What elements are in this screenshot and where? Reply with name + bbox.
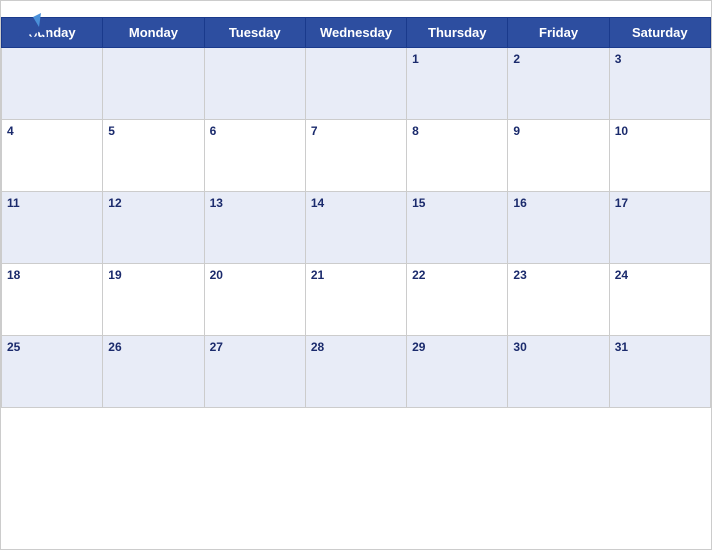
calendar-cell: 4 bbox=[2, 120, 103, 192]
date-number: 21 bbox=[311, 268, 324, 282]
date-number: 2 bbox=[513, 52, 520, 66]
weekday-header-tuesday: Tuesday bbox=[204, 18, 305, 48]
calendar-tbody: 1234567891011121314151617181920212223242… bbox=[2, 48, 711, 408]
date-number: 23 bbox=[513, 268, 526, 282]
date-number: 19 bbox=[108, 268, 121, 282]
calendar-cell bbox=[204, 48, 305, 120]
calendar-cell: 27 bbox=[204, 336, 305, 408]
calendar-cell: 17 bbox=[609, 192, 710, 264]
brand-logo-icon bbox=[15, 9, 51, 45]
calendar-cell: 20 bbox=[204, 264, 305, 336]
calendar-cell: 30 bbox=[508, 336, 609, 408]
weekday-header-friday: Friday bbox=[508, 18, 609, 48]
calendar-cell: 29 bbox=[407, 336, 508, 408]
calendar-cell: 26 bbox=[103, 336, 204, 408]
date-number: 28 bbox=[311, 340, 324, 354]
calendar-cell: 16 bbox=[508, 192, 609, 264]
date-number: 5 bbox=[108, 124, 115, 138]
date-number: 31 bbox=[615, 340, 628, 354]
date-number: 8 bbox=[412, 124, 419, 138]
date-number: 10 bbox=[615, 124, 628, 138]
date-number: 26 bbox=[108, 340, 121, 354]
date-number: 25 bbox=[7, 340, 20, 354]
calendar-cell: 22 bbox=[407, 264, 508, 336]
date-number: 3 bbox=[615, 52, 622, 66]
calendar-cell: 9 bbox=[508, 120, 609, 192]
calendar-cell: 13 bbox=[204, 192, 305, 264]
weekday-header-wednesday: Wednesday bbox=[305, 18, 406, 48]
calendar-cell: 11 bbox=[2, 192, 103, 264]
weekday-header-monday: Monday bbox=[103, 18, 204, 48]
calendar-week-row: 11 12 13 14 15 16 17 bbox=[2, 192, 711, 264]
calendar-cell: 28 bbox=[305, 336, 406, 408]
date-number: 9 bbox=[513, 124, 520, 138]
calendar-cell: 3 bbox=[609, 48, 710, 120]
calendar-table: SundayMondayTuesdayWednesdayThursdayFrid… bbox=[1, 17, 711, 408]
calendar-cell: 2 bbox=[508, 48, 609, 120]
date-number: 20 bbox=[210, 268, 223, 282]
date-number: 17 bbox=[615, 196, 628, 210]
date-number: 12 bbox=[108, 196, 121, 210]
calendar-cell bbox=[2, 48, 103, 120]
date-number: 6 bbox=[210, 124, 217, 138]
calendar-cell: 21 bbox=[305, 264, 406, 336]
calendar-cell: 25 bbox=[2, 336, 103, 408]
calendar-cell: 18 bbox=[2, 264, 103, 336]
calendar-cell: 6 bbox=[204, 120, 305, 192]
date-number: 13 bbox=[210, 196, 223, 210]
date-number: 1 bbox=[412, 52, 419, 66]
date-number: 14 bbox=[311, 196, 324, 210]
weekday-header-row: SundayMondayTuesdayWednesdayThursdayFrid… bbox=[2, 18, 711, 48]
calendar-cell: 7 bbox=[305, 120, 406, 192]
date-number: 22 bbox=[412, 268, 425, 282]
date-number: 11 bbox=[7, 196, 20, 210]
date-number: 29 bbox=[412, 340, 425, 354]
calendar-cell: 5 bbox=[103, 120, 204, 192]
date-number: 4 bbox=[7, 124, 14, 138]
calendar-cell: 8 bbox=[407, 120, 508, 192]
calendar-header bbox=[1, 1, 711, 15]
weekday-header-saturday: Saturday bbox=[609, 18, 710, 48]
calendar-cell: 19 bbox=[103, 264, 204, 336]
calendar-cell: 10 bbox=[609, 120, 710, 192]
brand bbox=[15, 9, 55, 45]
calendar-cell: 1 bbox=[407, 48, 508, 120]
calendar-thead: SundayMondayTuesdayWednesdayThursdayFrid… bbox=[2, 18, 711, 48]
calendar-cell: 24 bbox=[609, 264, 710, 336]
calendar-cell: 14 bbox=[305, 192, 406, 264]
date-number: 7 bbox=[311, 124, 318, 138]
calendar-cell: 15 bbox=[407, 192, 508, 264]
calendar-cell bbox=[305, 48, 406, 120]
date-number: 24 bbox=[615, 268, 628, 282]
date-number: 30 bbox=[513, 340, 526, 354]
date-number: 15 bbox=[412, 196, 425, 210]
calendar-week-row: 4 5 6 7 8 9 10 bbox=[2, 120, 711, 192]
calendar-cell bbox=[103, 48, 204, 120]
calendar-cell: 31 bbox=[609, 336, 710, 408]
calendar-week-row: 25 26 27 28 29 30 31 bbox=[2, 336, 711, 408]
date-number: 16 bbox=[513, 196, 526, 210]
weekday-header-thursday: Thursday bbox=[407, 18, 508, 48]
date-number: 27 bbox=[210, 340, 223, 354]
calendar-container: SundayMondayTuesdayWednesdayThursdayFrid… bbox=[0, 0, 712, 550]
calendar-cell: 12 bbox=[103, 192, 204, 264]
calendar-cell: 23 bbox=[508, 264, 609, 336]
calendar-week-row: 18 19 20 21 22 23 24 bbox=[2, 264, 711, 336]
date-number: 18 bbox=[7, 268, 20, 282]
calendar-week-row: 1 2 3 bbox=[2, 48, 711, 120]
